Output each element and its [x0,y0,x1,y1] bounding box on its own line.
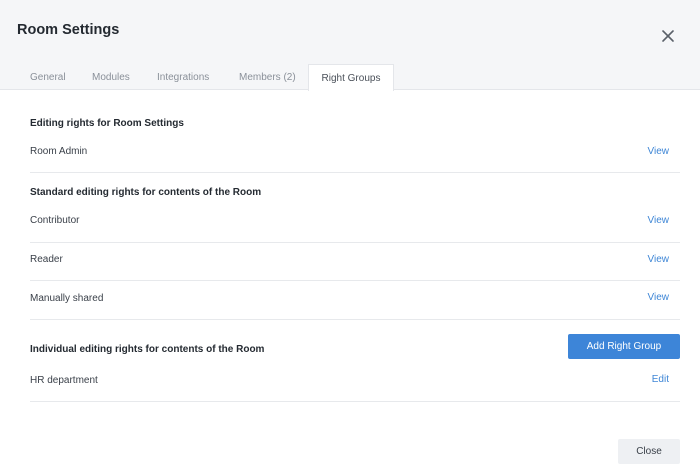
row-label-reader: Reader [30,254,63,265]
row-label-contributor: Contributor [30,215,80,226]
section-title-room-settings: Editing rights for Room Settings [30,118,184,129]
tab-members[interactable]: Members (2) [239,64,296,91]
divider [30,172,680,173]
section-title-individual: Individual editing rights for contents o… [30,344,265,355]
view-link-reader[interactable]: View [648,254,670,265]
row-label-manually-shared: Manually shared [30,293,104,304]
view-link-room-admin[interactable]: View [648,146,670,157]
divider [30,401,680,402]
dialog-header: Room Settings General Modules Integratio… [0,0,700,91]
room-settings-dialog: Room Settings General Modules Integratio… [0,0,700,475]
close-button[interactable]: Close [618,439,680,464]
add-right-group-button[interactable]: Add Right Group [568,334,680,359]
tab-right-groups[interactable]: Right Groups [308,64,394,91]
dialog-title: Room Settings [17,22,120,38]
tab-integrations[interactable]: Integrations [157,64,209,91]
row-label-hr-department: HR department [30,375,98,386]
close-icon[interactable] [659,27,677,45]
tab-bar: General Modules Integrations Members (2)… [0,64,700,91]
view-link-manually-shared[interactable]: View [648,292,670,303]
section-title-standard: Standard editing rights for contents of … [30,187,262,198]
edit-link-hr-department[interactable]: Edit [652,374,669,385]
row-label-room-admin: Room Admin [30,146,88,157]
divider [30,242,680,243]
divider [30,319,680,320]
view-link-contributor[interactable]: View [648,215,670,226]
divider [30,280,680,281]
tab-general[interactable]: General [30,64,66,91]
tab-modules[interactable]: Modules [92,64,130,91]
